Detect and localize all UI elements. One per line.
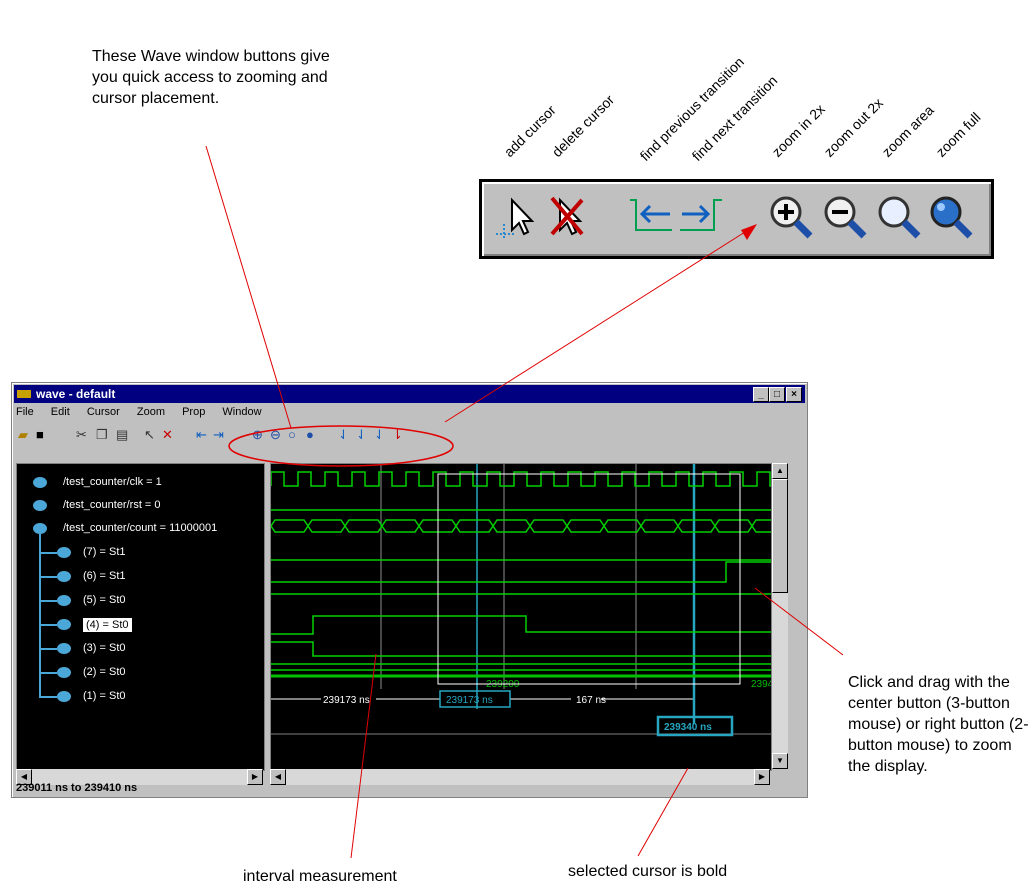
menu-bar: File Edit Cursor Zoom Prop Window	[16, 406, 276, 422]
waveform-pane[interactable]: 239200 2394 239173 ns 239173 ns 167 ns 2…	[270, 463, 772, 771]
label-zoom-in: zoom in 2x	[768, 100, 828, 160]
find-previous-transition-icon[interactable]	[628, 194, 674, 240]
zoom-area-small-icon[interactable]: ○	[288, 427, 296, 442]
trace-icon-3[interactable]: ⇃	[374, 427, 385, 443]
zoom-callout: Click and drag with the center button (3…	[848, 674, 1029, 775]
wave-window: wave - default _ □ × File Edit Cursor Zo…	[11, 382, 808, 798]
signal-icon	[33, 477, 47, 488]
signal-icon	[57, 667, 71, 678]
label-zoom-full: zoom full	[932, 109, 984, 160]
bold-cursor-callout: selected cursor is bold	[568, 863, 728, 880]
signal-icon	[57, 595, 71, 606]
interval-value-1: 239173 ns	[323, 695, 370, 706]
trace-icon-2[interactable]: ⇃	[356, 427, 367, 443]
signal-name-pane: /test_counter/clk = 1/test_counter/rst =…	[16, 463, 265, 771]
zoom-full-small-icon[interactable]: ●	[306, 427, 314, 442]
label-add-cursor: add cursor	[500, 101, 559, 160]
wave-scroll-left-arrow-icon[interactable]: ◀	[270, 769, 286, 785]
delete-cursor-icon[interactable]	[544, 194, 590, 240]
cursor2-value: 239340 ns	[664, 722, 712, 733]
menu-zoom[interactable]: Zoom	[137, 406, 165, 418]
interval-value-2: 167 ns	[576, 695, 606, 706]
signal-label: (4) = St0	[83, 618, 132, 632]
close-button[interactable]: ×	[786, 387, 802, 402]
menu-file[interactable]: File	[16, 406, 34, 418]
signal-label: (5) = St0	[83, 594, 126, 606]
zoomed-toolbar	[479, 179, 994, 259]
copy-icon[interactable]: ❐	[96, 427, 108, 443]
title-bar: wave - default _ □ ×	[14, 385, 805, 403]
zoom-full-icon[interactable]	[928, 194, 974, 240]
zoom-out-icon[interactable]	[822, 194, 868, 240]
scroll-right-arrow-icon[interactable]: ▶	[247, 769, 263, 785]
wave-pane-scrollbar[interactable]: ◀ ▶	[270, 769, 770, 785]
signal-icon	[57, 619, 71, 630]
zoom-in-icon[interactable]	[768, 194, 814, 240]
menu-window[interactable]: Window	[222, 406, 261, 418]
minimize-button[interactable]: _	[753, 387, 769, 402]
save-icon[interactable]: ■	[36, 427, 44, 442]
maximize-button[interactable]: □	[769, 387, 785, 402]
scroll-down-arrow-icon[interactable]: ▼	[772, 753, 788, 769]
signal-icon	[33, 523, 47, 534]
signal-icon	[57, 691, 71, 702]
bit6-waveform	[271, 561, 771, 583]
find-next-transition-icon[interactable]	[678, 194, 724, 240]
bit4-waveform	[271, 615, 771, 635]
signal-label: (7) = St1	[83, 546, 126, 558]
add-cursor-small-icon[interactable]: ↖	[144, 427, 155, 443]
signal-label: /test_counter/rst = 0	[63, 499, 161, 511]
signal-label: (3) = St0	[83, 642, 126, 654]
window-icon	[17, 390, 31, 398]
zoom-out-small-icon[interactable]: ⊖	[270, 427, 281, 443]
scroll-up-arrow-icon[interactable]: ▲	[772, 463, 788, 479]
add-cursor-icon[interactable]	[494, 194, 540, 240]
label-find-previous: find previous transition	[636, 53, 748, 164]
label-delete-cursor: delete cursor	[548, 91, 618, 160]
scroll-thumb[interactable]	[772, 479, 788, 593]
cut-icon[interactable]: ✂	[76, 427, 87, 443]
signal-label: /test_counter/count = 11000001	[63, 522, 218, 534]
signal-label: (2) = St0	[83, 666, 126, 678]
trace-icon-1[interactable]: ⇃	[338, 427, 349, 443]
menu-cursor[interactable]: Cursor	[87, 406, 120, 418]
signal-label: (1) = St0	[83, 690, 126, 702]
menu-edit[interactable]: Edit	[51, 406, 70, 418]
bit3-waveform	[271, 641, 771, 657]
signal-label: /test_counter/clk = 1	[63, 476, 162, 488]
delete-cursor-small-icon[interactable]: ✕	[162, 427, 173, 443]
paste-icon[interactable]: ▤	[116, 427, 128, 443]
signal-label: (6) = St1	[83, 570, 126, 582]
signal-icon	[33, 500, 47, 511]
find-next-small-icon[interactable]: ⇥	[213, 427, 224, 443]
toolbar: ▰ ■ ✂ ❐ ▤ ↖ ✕ ⇤ ⇥ ⊕ ⊖ ○ ● ⇃ ⇃ ⇃ ⇂	[16, 425, 803, 447]
label-zoom-out: zoom out 2x	[820, 94, 886, 160]
open-icon[interactable]: ▰	[18, 427, 28, 443]
wave-scroll-right-arrow-icon[interactable]: ▶	[754, 769, 770, 785]
label-zoom-area: zoom area	[878, 101, 937, 160]
status-bar: 239011 ns to 239410 ns	[16, 782, 138, 794]
count-bus-waveform	[271, 519, 771, 533]
signal-icon	[57, 643, 71, 654]
signal-icon	[57, 571, 71, 582]
trace-icon-4[interactable]: ⇂	[392, 427, 403, 443]
zoom-area-icon[interactable]	[876, 194, 922, 240]
signal-icon	[57, 547, 71, 558]
window-title: wave - default	[36, 387, 116, 401]
vertical-scrollbar[interactable]: ▲ ▼	[772, 463, 788, 769]
waveform-graphic: 239200 2394 239173 ns 239173 ns 167 ns 2…	[271, 464, 771, 737]
cursor1-value: 239173 ns	[446, 695, 493, 706]
zoom-in-small-icon[interactable]: ⊕	[252, 427, 263, 443]
intro-callout: These Wave window buttons give you quick…	[92, 48, 330, 107]
find-prev-small-icon[interactable]: ⇤	[196, 427, 207, 443]
interval-callout: interval measurement	[243, 868, 397, 885]
menu-prop[interactable]: Prop	[182, 406, 205, 418]
time-tick-2: 2394	[751, 679, 771, 690]
